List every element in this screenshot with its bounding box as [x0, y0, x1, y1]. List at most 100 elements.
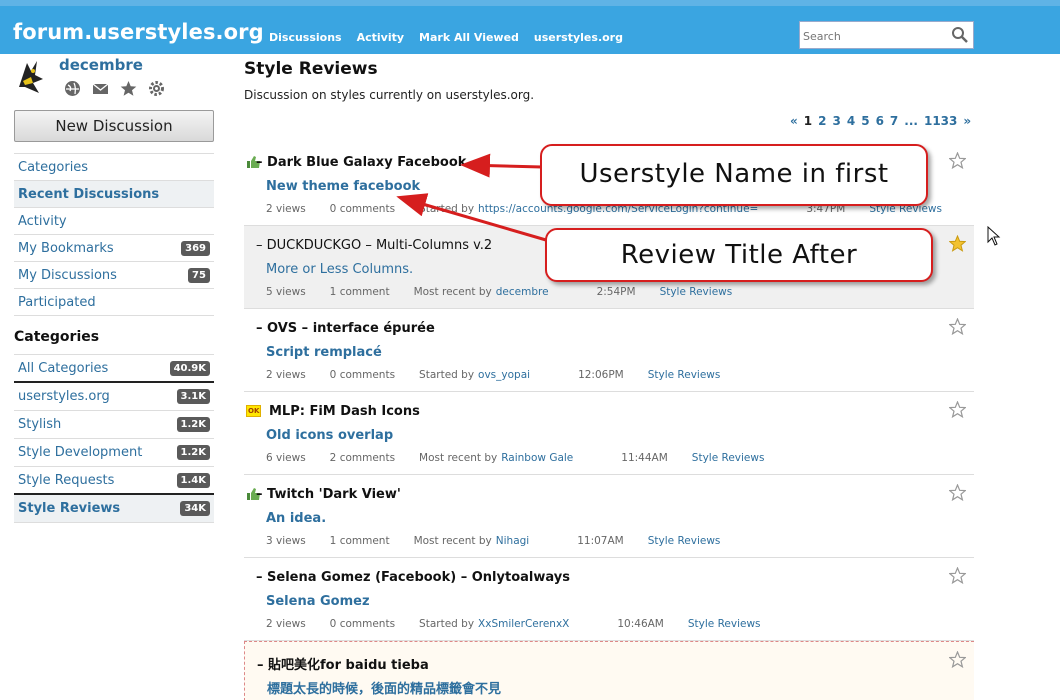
pager-page[interactable]: 5: [861, 114, 869, 128]
discussion-subtitle[interactable]: 標題太長的時候，後面的精品標籤會不見: [267, 678, 501, 697]
discussion-title[interactable]: – DUCKDUCKGO – Multi-Columns v.2: [256, 238, 492, 253]
discussion-subtitle[interactable]: Selena Gomez: [266, 594, 370, 609]
author-info: Started by XxSmilerCerenxX: [419, 618, 593, 630]
discussion-time: 2:54PM: [596, 286, 636, 298]
category-link[interactable]: Style Reviews: [648, 369, 721, 381]
user-icons: [64, 80, 165, 97]
bookmark-star-icon[interactable]: [949, 651, 966, 668]
discussion-subtitle[interactable]: More or Less Columns.: [266, 262, 413, 277]
nav-userstyles[interactable]: userstyles.org: [534, 31, 623, 44]
comments-count: 2 comments: [329, 452, 396, 464]
bookmark-star-icon[interactable]: [949, 152, 966, 169]
category-style-requests[interactable]: Style Requests 1.4K: [14, 467, 214, 495]
bookmark-star-icon[interactable]: [949, 318, 966, 335]
discussion-time: 11:44AM: [621, 452, 668, 464]
category-style-reviews[interactable]: Style Reviews 34K: [14, 495, 214, 523]
sidebar-item-activity[interactable]: Activity: [14, 208, 214, 235]
pager-prev[interactable]: «: [790, 114, 798, 128]
bookmark-star-icon[interactable]: [949, 567, 966, 584]
author-label: Started by: [419, 203, 475, 215]
sidebar-item-categories[interactable]: Categories: [14, 154, 214, 181]
author-link[interactable]: Nihagi: [496, 535, 529, 547]
views-count: 3 views: [266, 535, 306, 547]
pager-page[interactable]: 6: [876, 114, 884, 128]
search-input[interactable]: [803, 27, 948, 45]
category-all[interactable]: All Categories 40.9K: [14, 355, 214, 383]
category-link[interactable]: Style Reviews: [660, 286, 733, 298]
bookmark-star-icon[interactable]: [949, 235, 966, 252]
category-label: userstyles.org: [18, 389, 110, 404]
sidebar-item-label: Recent Discussions: [18, 186, 160, 202]
discussion-list: – Dark Blue Galaxy Facebook New theme fa…: [244, 143, 974, 700]
discussion-row[interactable]: – 貼吧美化for baidu tieba 標題太長的時候，後面的精品標籤會不見: [244, 641, 974, 700]
discussion-row[interactable]: – Selena Gomez (Facebook) – Onlytoalways…: [244, 558, 974, 641]
discussion-row[interactable]: OK MLP: FiM Dash Icons Old icons overlap…: [244, 392, 974, 475]
pager-last-page[interactable]: 1133: [924, 114, 957, 128]
discussion-title[interactable]: – 貼吧美化for baidu tieba: [257, 654, 429, 673]
category-stylish[interactable]: Stylish 1.2K: [14, 411, 214, 439]
comments-count: 0 comments: [329, 369, 396, 381]
star-icon[interactable]: [120, 80, 137, 97]
count-badge: 1.2K: [176, 417, 210, 432]
pager-page[interactable]: 4: [847, 114, 855, 128]
sidebar-item-recent-discussions[interactable]: Recent Discussions: [14, 181, 214, 208]
discussion-subtitle[interactable]: An idea.: [266, 511, 326, 526]
author-link[interactable]: Rainbow Gale: [501, 452, 573, 464]
gear-icon[interactable]: [148, 80, 165, 97]
discussion-row[interactable]: – OVS – interface épurée Script remplacé…: [244, 309, 974, 392]
discussion-row[interactable]: – Twitch 'Dark View' An idea. 3 views 1 …: [244, 475, 974, 558]
category-label: Style Reviews: [18, 501, 121, 516]
category-link[interactable]: Style Reviews: [688, 618, 761, 630]
author-link[interactable]: ovs_yopai: [478, 369, 530, 381]
discussion-meta: 5 views 1 comment Most recent by decembre…: [266, 286, 756, 298]
mail-icon[interactable]: [92, 80, 109, 97]
author-label: Most recent by: [413, 286, 492, 298]
ok-badge-icon: OK: [246, 405, 262, 417]
category-link[interactable]: Style Reviews: [692, 452, 765, 464]
page-description: Discussion on styles currently on userst…: [244, 88, 535, 102]
discussion-title[interactable]: – Selena Gomez (Facebook) – Onlytoalways: [256, 570, 570, 585]
new-discussion-button[interactable]: New Discussion: [14, 110, 214, 142]
pager-next[interactable]: »: [963, 114, 971, 128]
bookmark-star-icon[interactable]: [949, 484, 966, 501]
category-link[interactable]: Style Reviews: [648, 535, 721, 547]
category-label: Style Development: [18, 445, 143, 460]
sidebar-item-participated[interactable]: Participated: [14, 289, 214, 316]
count-badge: 75: [188, 267, 210, 283]
author-link[interactable]: XxSmilerCerenxX: [478, 618, 569, 630]
sidebar-item-bookmarks[interactable]: My Bookmarks 369: [14, 235, 214, 262]
category-userstyles[interactable]: userstyles.org 3.1K: [14, 383, 214, 411]
avatar[interactable]: [13, 57, 47, 95]
views-count: 2 views: [266, 203, 306, 215]
comments-count: 0 comments: [329, 618, 396, 630]
comments-count: 0 comments: [329, 203, 396, 215]
pager-page[interactable]: 2: [818, 114, 826, 128]
author-label: Started by: [419, 618, 475, 630]
discussion-subtitle[interactable]: Old icons overlap: [266, 428, 393, 443]
discussion-subtitle[interactable]: Script remplacé: [266, 345, 382, 360]
pager-page[interactable]: 3: [832, 114, 840, 128]
pager-page[interactable]: 7: [890, 114, 898, 128]
discussion-title[interactable]: – Twitch 'Dark View': [256, 487, 401, 502]
count-badge: 1.4K: [176, 472, 210, 488]
nav-activity[interactable]: Activity: [357, 31, 404, 44]
sidebar-item-label: My Bookmarks: [18, 240, 114, 256]
globe-icon[interactable]: [64, 80, 81, 97]
discussion-title[interactable]: – Dark Blue Galaxy Facebook: [256, 155, 466, 170]
nav-discussions[interactable]: Discussions: [269, 31, 342, 44]
count-badge: 1.2K: [176, 445, 210, 460]
comments-count: 1 comment: [329, 535, 390, 547]
bookmark-star-icon[interactable]: [949, 401, 966, 418]
discussion-meta: 3 views 1 comment Most recent by Nihagi 1…: [266, 535, 744, 547]
site-brand[interactable]: forum.userstyles.org: [13, 20, 264, 44]
category-style-development[interactable]: Style Development 1.2K: [14, 439, 214, 467]
discussion-title[interactable]: – OVS – interface épurée: [256, 321, 435, 336]
site-header: forum.userstyles.org Discussions Activit…: [0, 6, 1060, 54]
username[interactable]: decembre: [59, 56, 143, 74]
search-icon[interactable]: [951, 26, 969, 44]
discussion-title[interactable]: MLP: FiM Dash Icons: [269, 404, 420, 419]
nav-mark-all-viewed[interactable]: Mark All Viewed: [419, 31, 519, 44]
author-link[interactable]: decembre: [496, 286, 549, 298]
sidebar-item-my-discussions[interactable]: My Discussions 75: [14, 262, 214, 289]
discussion-subtitle[interactable]: New theme facebook: [266, 179, 420, 194]
